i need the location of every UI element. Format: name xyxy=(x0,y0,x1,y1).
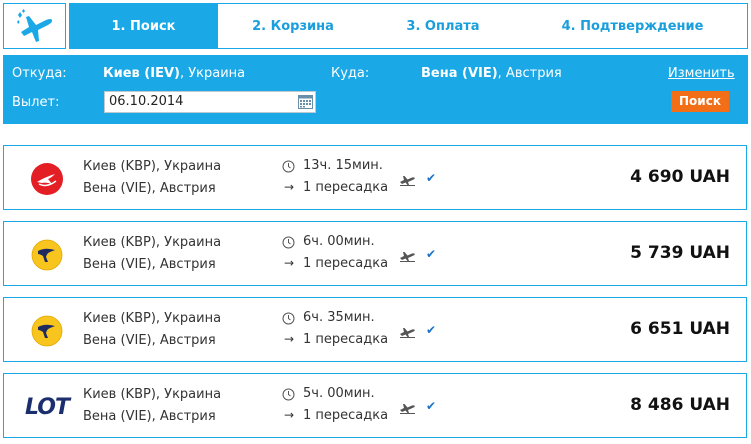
takeoff-icon xyxy=(400,176,415,186)
lot-logo-text: LOT xyxy=(25,394,70,420)
tab-step-confirmation[interactable]: 4. Подтверждение xyxy=(518,3,748,49)
arrow-right-icon: → xyxy=(284,332,295,346)
route-from: Киев (KBP), Украина xyxy=(83,311,222,326)
calendar-icon[interactable] xyxy=(298,94,313,109)
route-to: Вена (VIE), Австрия xyxy=(83,257,216,272)
change-link[interactable]: Изменить xyxy=(668,66,735,81)
takeoff-icon xyxy=(400,404,415,414)
route-from: Киев (KBP), Украина xyxy=(83,159,222,174)
turkish-airlines-logo-icon xyxy=(26,160,68,198)
takeoff-icon xyxy=(400,328,415,338)
takeoff-icon xyxy=(400,252,415,262)
clock-icon xyxy=(282,388,295,401)
tab-step-search[interactable]: 1. Поиск xyxy=(69,3,218,49)
tab-step-cart[interactable]: 2. Корзина xyxy=(218,3,368,49)
route-from: Киев (KBP), Украина xyxy=(83,235,222,250)
to-value: Вена (VIE), Австрия xyxy=(421,66,562,81)
check-icon: ✔ xyxy=(426,171,437,185)
lot-logo-icon: LOT xyxy=(16,388,78,426)
result-card[interactable]: Киев (KBP), Украина Вена (VIE), Австрия … xyxy=(3,297,747,362)
ukraine-international-logo-icon xyxy=(26,312,68,350)
route-to: Вена (VIE), Австрия xyxy=(83,409,216,424)
departure-date-input[interactable]: 06.10.2014 xyxy=(104,91,316,113)
route-from: Киев (KBP), Украина xyxy=(83,387,222,402)
search-button[interactable]: Поиск xyxy=(671,91,729,112)
result-card[interactable]: Киев (KBP), Украина Вена (VIE), Австрия … xyxy=(3,221,747,286)
stops-count: 1 пересадка xyxy=(303,408,389,423)
route-to: Вена (VIE), Австрия xyxy=(83,333,216,348)
date-label: Вылет: xyxy=(12,95,60,110)
flight-duration: 6ч. 35мин. xyxy=(303,310,375,325)
arrow-right-icon: → xyxy=(284,256,295,270)
tab-step-payment[interactable]: 3. Оплата xyxy=(368,3,518,49)
check-icon: ✔ xyxy=(426,399,437,413)
from-city: Киев (IEV) xyxy=(103,66,180,81)
stops-count: 1 пересадка xyxy=(303,332,389,347)
check-icon: ✔ xyxy=(426,247,437,261)
to-label: Куда: xyxy=(331,66,370,81)
flight-duration: 6ч. 00мин. xyxy=(303,234,375,249)
result-card[interactable]: LOT Киев (KBP), Украина Вена (VIE), Авст… xyxy=(3,373,747,438)
arrow-right-icon: → xyxy=(284,180,295,194)
check-icon: ✔ xyxy=(426,323,437,337)
clock-icon xyxy=(282,312,295,325)
stops-count: 1 пересадка xyxy=(303,180,389,195)
clock-icon xyxy=(282,236,295,249)
step-bar: 1. Поиск 2. Корзина 3. Оплата 4. Подтвер… xyxy=(0,0,751,52)
from-value: Киев (IEV), Украина xyxy=(103,66,245,81)
route-to: Вена (VIE), Австрия xyxy=(83,181,216,196)
stops-count: 1 пересадка xyxy=(303,256,389,271)
price: 4 690 UAH xyxy=(630,167,730,187)
price: 8 486 UAH xyxy=(630,395,730,415)
price: 6 651 UAH xyxy=(630,319,730,339)
clock-icon xyxy=(282,160,295,173)
from-label: Откуда: xyxy=(12,66,67,81)
flight-duration: 13ч. 15мин. xyxy=(303,158,383,173)
arrow-right-icon: → xyxy=(284,408,295,422)
to-city: Вена (VIE) xyxy=(421,66,498,81)
to-country: , Австрия xyxy=(497,66,562,81)
flight-duration: 5ч. 00мин. xyxy=(303,386,375,401)
from-country: , Украина xyxy=(179,66,246,81)
search-panel: Откуда: Киев (IEV), Украина Куда: Вена (… xyxy=(3,55,748,124)
price: 5 739 UAH xyxy=(630,243,730,263)
result-card[interactable]: Киев (KBP), Украина Вена (VIE), Австрия … xyxy=(3,145,747,210)
ukraine-international-logo-icon xyxy=(26,236,68,274)
